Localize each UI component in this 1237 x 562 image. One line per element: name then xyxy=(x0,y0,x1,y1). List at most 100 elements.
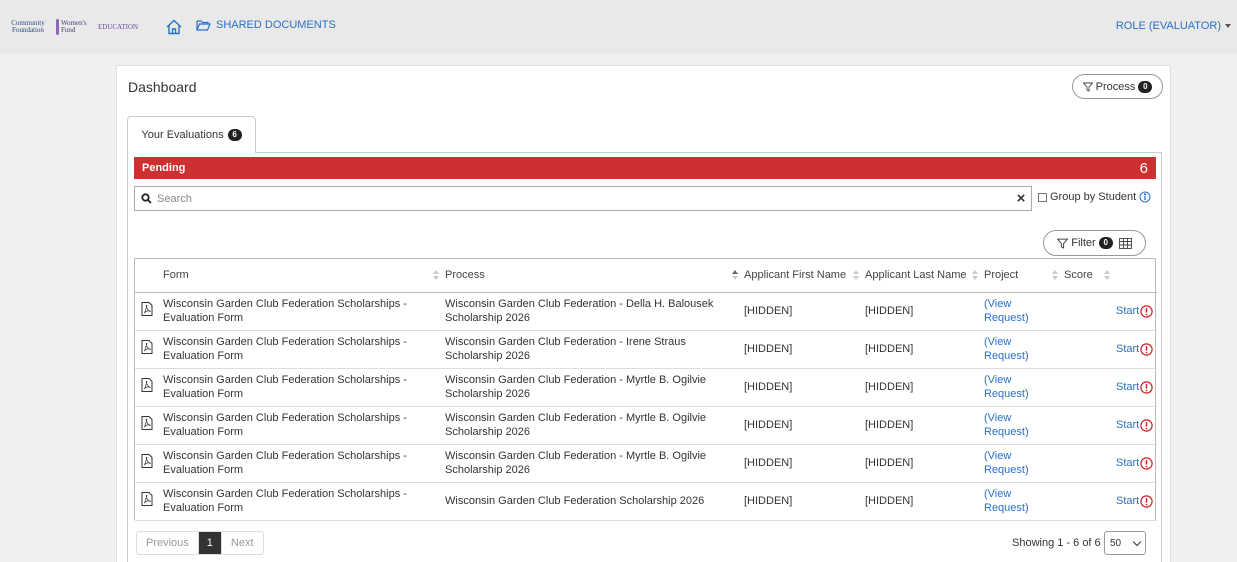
process-cell: Wisconsin Garden Club Federation - Della… xyxy=(441,292,740,331)
page-size-value: 50 xyxy=(1110,537,1122,549)
column-header-last-name[interactable]: Applicant Last Name xyxy=(861,259,980,293)
process-button-label: Process xyxy=(1095,80,1136,93)
view-request-link[interactable]: (View Request) xyxy=(984,336,1029,362)
start-evaluation-link[interactable]: Start xyxy=(1116,305,1139,317)
alert-circle-icon xyxy=(1140,380,1153,394)
info-icon[interactable] xyxy=(1139,191,1151,203)
first-name-cell: [HIDDEN] xyxy=(740,292,861,331)
start-evaluation-link[interactable]: Start xyxy=(1116,495,1139,507)
role-dropdown[interactable]: ROLE (EVALUATOR) xyxy=(1116,20,1231,32)
table-row: Wisconsin Garden Club Federation Scholar… xyxy=(135,482,1157,521)
first-name-cell: [HIDDEN] xyxy=(740,368,861,407)
pending-label: Pending xyxy=(142,162,186,174)
alert-circle-icon xyxy=(1140,304,1153,318)
next-page-button[interactable]: Next xyxy=(221,532,263,554)
pdf-cell xyxy=(135,368,159,407)
column-header-process[interactable]: Process xyxy=(441,259,740,293)
sort-icon xyxy=(432,270,439,281)
pagination: Previous 1 Next xyxy=(136,531,264,555)
chevron-down-icon xyxy=(1132,537,1142,546)
table-row: Wisconsin Garden Club Federation Scholar… xyxy=(135,330,1157,369)
shared-documents-label: SHARED DOCUMENTS xyxy=(216,19,336,31)
table-row: Wisconsin Garden Club Federation Scholar… xyxy=(135,368,1157,407)
pending-header: Pending 6 xyxy=(134,157,1156,179)
process-cell: Wisconsin Garden Club Federation Scholar… xyxy=(441,482,740,521)
pdf-file-icon[interactable] xyxy=(141,492,153,506)
column-header-form[interactable]: Form xyxy=(159,259,441,293)
first-name-cell: [HIDDEN] xyxy=(740,444,861,483)
project-cell: (View Request) xyxy=(980,368,1060,407)
home-icon[interactable] xyxy=(165,18,183,36)
sort-icon xyxy=(971,270,978,281)
action-cell: Start xyxy=(1112,482,1157,521)
column-header-project[interactable]: Project xyxy=(980,259,1060,293)
pdf-file-icon[interactable] xyxy=(141,302,153,316)
tab-your-evaluations[interactable]: Your Evaluations 6 xyxy=(127,116,256,153)
search-box: × xyxy=(134,186,1032,211)
table-row: Wisconsin Garden Club Federation Scholar… xyxy=(135,444,1157,483)
action-cell: Start xyxy=(1112,444,1157,483)
filter-label: Filter xyxy=(1071,237,1096,249)
first-name-cell: [HIDDEN] xyxy=(740,330,861,369)
table-columns-icon[interactable] xyxy=(1118,237,1132,249)
column-header-first-name[interactable]: Applicant First Name xyxy=(740,259,861,293)
filter-button[interactable]: Filter 0 xyxy=(1057,237,1113,249)
caret-down-icon xyxy=(1225,24,1231,29)
last-name-cell: [HIDDEN] xyxy=(861,368,980,407)
first-name-cell: [HIDDEN] xyxy=(740,482,861,521)
view-request-link[interactable]: (View Request) xyxy=(984,412,1029,438)
shared-documents-link[interactable]: SHARED DOCUMENTS xyxy=(196,19,336,31)
pdf-cell xyxy=(135,444,159,483)
form-cell: Wisconsin Garden Club Federation Scholar… xyxy=(159,444,441,483)
pdf-file-icon[interactable] xyxy=(141,378,153,392)
process-cell: Wisconsin Garden Club Federation - Irene… xyxy=(441,330,740,369)
pending-count: 6 xyxy=(1139,159,1148,177)
alert-circle-icon xyxy=(1140,342,1153,356)
previous-page-button[interactable]: Previous xyxy=(137,532,199,554)
search-icon xyxy=(135,193,157,204)
start-evaluation-link[interactable]: Start xyxy=(1116,457,1139,469)
funnel-icon xyxy=(1057,238,1069,249)
table-header-row: Form Process Applicant First Name Applic… xyxy=(135,259,1157,293)
view-request-link[interactable]: (View Request) xyxy=(984,298,1029,324)
pdf-cell xyxy=(135,330,159,369)
project-cell: (View Request) xyxy=(980,482,1060,521)
action-cell: Start xyxy=(1112,330,1157,369)
page-size-select[interactable]: 50 xyxy=(1104,531,1146,555)
process-filter-button[interactable]: Process 0 xyxy=(1072,74,1163,99)
start-evaluation-link[interactable]: Start xyxy=(1116,419,1139,431)
showing-count: Showing 1 - 6 of 6 xyxy=(1012,537,1101,549)
process-count-badge: 0 xyxy=(1138,80,1153,93)
evaluations-table: Form Process Applicant First Name Applic… xyxy=(134,258,1157,521)
folder-open-icon xyxy=(196,20,211,31)
form-cell: Wisconsin Garden Club Federation Scholar… xyxy=(159,368,441,407)
group-by-student-checkbox[interactable] xyxy=(1038,192,1047,202)
pdf-file-icon[interactable] xyxy=(141,340,153,354)
start-evaluation-link[interactable]: Start xyxy=(1116,381,1139,393)
search-input[interactable] xyxy=(157,188,1011,209)
top-navbar: Community Foundation Women's Fund EDUCAT… xyxy=(0,0,1237,54)
view-request-link[interactable]: (View Request) xyxy=(984,374,1029,400)
view-request-link[interactable]: (View Request) xyxy=(984,450,1029,476)
last-name-cell: [HIDDEN] xyxy=(861,444,980,483)
pdf-file-icon[interactable] xyxy=(141,454,153,468)
filter-toolbar: Filter 0 xyxy=(1043,230,1146,256)
form-cell: Wisconsin Garden Club Federation Scholar… xyxy=(159,482,441,521)
project-cell: (View Request) xyxy=(980,292,1060,331)
pdf-file-icon[interactable] xyxy=(141,416,153,430)
column-header-score[interactable]: Score xyxy=(1060,259,1112,293)
group-by-student-label: Group by Student xyxy=(1050,191,1137,203)
clear-search-icon[interactable]: × xyxy=(1011,187,1031,210)
dashboard-panel: Dashboard Process 0 Your Evaluations 6 P… xyxy=(116,65,1171,562)
action-cell: Start xyxy=(1112,292,1157,331)
pdf-cell xyxy=(135,482,159,521)
page-1-button[interactable]: 1 xyxy=(198,532,222,554)
sort-icon xyxy=(1051,270,1058,281)
start-evaluation-link[interactable]: Start xyxy=(1116,343,1139,355)
process-cell: Wisconsin Garden Club Federation - Myrtl… xyxy=(441,368,740,407)
filter-count-badge: 0 xyxy=(1098,237,1113,249)
brand-logos[interactable]: Community Foundation Women's Fund EDUCAT… xyxy=(4,15,138,39)
community-foundation-logo: Community Foundation xyxy=(11,19,45,34)
view-request-link[interactable]: (View Request) xyxy=(984,488,1029,514)
score-cell xyxy=(1060,292,1112,331)
